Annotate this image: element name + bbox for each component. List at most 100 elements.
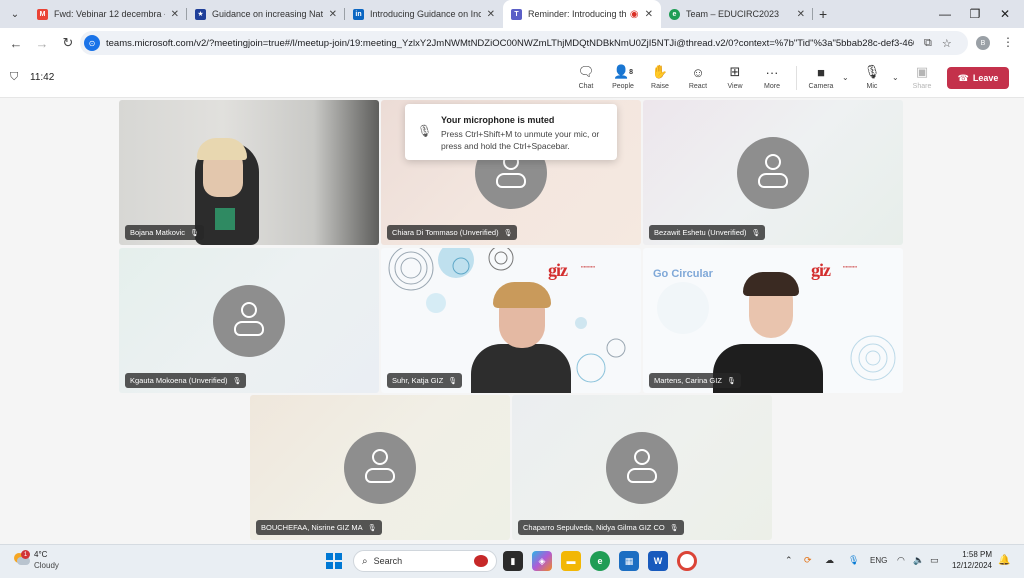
mic-off-icon: 🎙 [503, 229, 513, 237]
raise-label: Raise [651, 83, 669, 90]
url-text[interactable]: teams.microsoft.com/v2/?meetingjoin=true… [106, 38, 914, 49]
weather-cloudy-icon[interactable]: 1 [14, 550, 30, 567]
task-view-icon[interactable]: ▮ [503, 551, 523, 571]
mic-button[interactable]: 🎙 Mic [854, 63, 890, 90]
weather-condition[interactable]: Cloudy [34, 561, 59, 570]
mic-off-icon: 🎙 [448, 377, 458, 385]
recording-icon: ◉ [629, 8, 639, 20]
chrome-icon[interactable] [677, 551, 697, 571]
browser-menu-icon[interactable]: ⋮ [1002, 35, 1014, 49]
participant-tile-bojana[interactable]: Bojana Matkovic 🎙 [119, 100, 379, 245]
eu-flag-icon: ★ [195, 8, 206, 20]
windows-start-icon[interactable] [326, 553, 342, 569]
participant-tile-katja[interactable]: giz ▪▪▪▪▪▪▪▪▪▪ Suhr, Katja GIZ 🎙 [381, 248, 641, 393]
clock-time[interactable]: 1:58 PM [948, 550, 992, 559]
camera-options-chevron-icon[interactable]: ⌄ [842, 73, 849, 82]
browser-tab-guidance[interactable]: ★ Guidance on increasing Nationa ✕ [187, 0, 345, 28]
chat-button[interactable]: 🗨 Chat [568, 63, 604, 90]
cloud-tray-icon[interactable]: ☁ [825, 555, 834, 566]
address-bar[interactable]: ⊙ teams.microsoft.com/v2/?meetingjoin=tr… [80, 31, 968, 55]
mic-off-icon: 🎙 [726, 377, 736, 385]
avatar [213, 284, 285, 357]
new-tab-plus-icon[interactable]: + [819, 6, 827, 22]
sync-icon[interactable]: ⟳ [804, 555, 812, 566]
edge-browser-icon[interactable]: e [590, 551, 610, 571]
participant-name: Bojana Matkovic [130, 228, 186, 237]
participant-nameplate: Bezawit Eshetu (Unverified) 🎙 [649, 225, 766, 240]
close-icon[interactable]: ✕ [171, 9, 179, 20]
volume-icon[interactable]: 🔈 [913, 555, 924, 566]
participant-hair [493, 282, 551, 308]
file-explorer-icon[interactable]: ▬ [561, 551, 581, 571]
mic-off-icon: 🎙 [751, 229, 761, 237]
participant-tile-bezawit[interactable]: Bezawit Eshetu (Unverified) 🎙 [643, 100, 903, 245]
participant-tile-nidya[interactable]: Chaparro Sepulveda, Nidya Gilma GIZ CO 🎙 [512, 395, 772, 540]
mic-off-icon: 🎙 [669, 524, 679, 532]
close-icon[interactable]: ✕ [645, 9, 653, 20]
minimize-icon[interactable]: — [930, 0, 960, 28]
site-info-icon[interactable]: ⊙ [84, 35, 100, 51]
microphone-tray-icon[interactable]: 🎙 [848, 555, 859, 566]
share-button[interactable]: ▣ Share [904, 63, 940, 90]
smiley-icon: ☺ [691, 64, 705, 80]
profile-avatar[interactable]: B [976, 36, 990, 50]
participant-hair [743, 272, 799, 296]
view-button[interactable]: ⊞ View [717, 63, 753, 90]
close-icon[interactable]: ✕ [797, 9, 805, 20]
leave-button[interactable]: ☎ Leave [947, 67, 1009, 89]
store-icon[interactable]: ▦ [619, 551, 639, 571]
browser-tab-teams-active[interactable]: T Reminder: Introducing the G ◉ ✕ [503, 0, 661, 28]
browser-toolbar: ← → ↻ ⊙ teams.microsoft.com/v2/?meetingj… [0, 28, 1024, 58]
react-button[interactable]: ☺ React [680, 63, 716, 91]
copilot-icon[interactable]: ◈ [532, 551, 552, 571]
taskbar-search[interactable]: ⌕ Search [353, 550, 497, 572]
camera-button[interactable]: ■ Camera [803, 63, 839, 91]
people-button[interactable]: 👤 8 People [605, 63, 641, 90]
mic-muted-icon: 🎙 [417, 124, 433, 138]
participant-hair [197, 138, 247, 160]
language-indicator[interactable]: ENG [870, 556, 887, 565]
mic-label: Mic [866, 83, 878, 90]
close-icon[interactable]: ✕ [329, 9, 337, 20]
forward-arrow-icon[interactable]: → [30, 36, 54, 51]
participant-nameplate: Martens, Carina GIZ 🎙 [649, 373, 741, 388]
window-close-icon[interactable]: ✕ [990, 0, 1020, 28]
tray-chevron-up-icon[interactable]: ⌃ [785, 555, 793, 566]
browser-tab-educirc[interactable]: e Team – EDUCIRC2023 ✕ [661, 0, 813, 28]
toast-body: Press Ctrl+Shift+M to unmute your mic, o… [441, 129, 600, 151]
participant-nameplate: BOUCHEFAA, Nisrine GIZ MA 🎙 [256, 520, 382, 535]
participant-tile-nisrine[interactable]: BOUCHEFAA, Nisrine GIZ MA 🎙 [250, 395, 510, 540]
search-icon: ⌕ [362, 555, 368, 567]
browser-tab-linkedin[interactable]: in Introducing Guidance on Increa ✕ [345, 0, 503, 28]
bookmark-star-icon[interactable]: ☆ [942, 37, 952, 50]
restore-icon[interactable]: ❐ [960, 0, 990, 28]
reload-icon[interactable]: ↻ [56, 35, 80, 51]
participant-name: Chiara Di Tommaso (Unverified) [392, 228, 499, 237]
word-icon[interactable]: W [648, 551, 668, 571]
wifi-icon[interactable]: ◠ [897, 555, 905, 566]
weather-temperature[interactable]: 4°C [34, 550, 47, 559]
participant-name: Suhr, Katja GIZ [392, 376, 444, 385]
toast-title: Your microphone is muted [441, 115, 555, 125]
toolbar-divider [796, 66, 797, 90]
raise-hand-button[interactable]: ✋ Raise [642, 63, 678, 90]
participant-tile-carina[interactable]: Go Circular giz ▪▪▪▪▪▪▪▪▪▪ Martens, Cari… [643, 248, 903, 393]
clock-date[interactable]: 12/12/2024 [938, 561, 992, 570]
browser-tab-strip: ⌄ M Fwd: Vebinar 12 decembra - bo ✕ ★ Gu… [0, 0, 1024, 28]
mic-options-chevron-icon[interactable]: ⌄ [892, 73, 899, 82]
install-app-icon[interactable]: ⧉ [924, 37, 932, 50]
participant-name: BOUCHEFAA, Nisrine GIZ MA [261, 523, 363, 532]
participant-name: Chaparro Sepulveda, Nidya Gilma GIZ CO [523, 523, 665, 532]
browser-tab-gmail[interactable]: M Fwd: Vebinar 12 decembra - bo ✕ [29, 0, 187, 28]
back-arrow-icon[interactable]: ← [4, 36, 28, 51]
close-icon[interactable]: ✕ [487, 9, 495, 20]
participant-tile-kgauta[interactable]: Kgauta Mokoena (Unverified) 🎙 [119, 248, 379, 393]
more-button[interactable]: ··· More [754, 63, 790, 91]
people-count: 8 [629, 68, 634, 76]
tab-search-icon[interactable]: ⌄ [5, 4, 25, 24]
notification-bell-icon[interactable]: 🔔 [998, 555, 1010, 566]
meeting-toolbar: ⛉ 11:42 🗨 Chat 👤 8 People ✋ Raise ☺ React… [0, 58, 1024, 98]
shield-icon[interactable]: ⛉ [10, 71, 18, 84]
more-dots-icon: ··· [765, 64, 779, 80]
mic-muted-toast[interactable]: 🎙 Your microphone is muted Press Ctrl+Sh… [405, 104, 617, 160]
